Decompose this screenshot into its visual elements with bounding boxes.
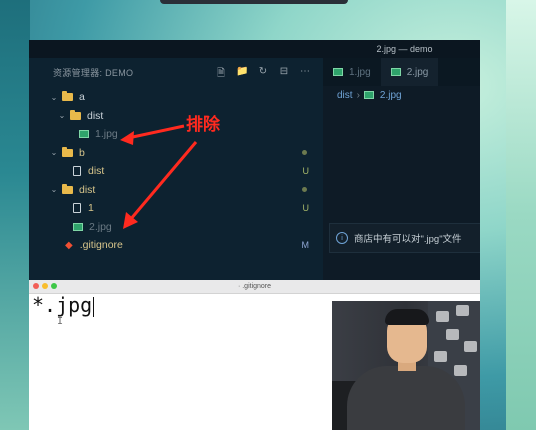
hex-tile <box>436 311 449 322</box>
person-hair <box>385 309 429 325</box>
editor-window-title: · .gitignore <box>237 283 272 290</box>
hex-tile <box>434 351 447 362</box>
hex-tile <box>456 305 469 316</box>
zoom-button[interactable] <box>51 283 57 289</box>
hex-tile <box>464 341 477 352</box>
window-controls <box>33 283 57 289</box>
minimize-button[interactable] <box>42 283 48 289</box>
text-content-area[interactable]: *.jpg <box>32 293 95 317</box>
webcam-overlay <box>332 301 480 430</box>
text-caret <box>93 296 95 317</box>
ibeam-cursor-icon: I <box>57 316 64 327</box>
person-body <box>347 366 465 430</box>
hex-tile <box>446 329 459 340</box>
editor-titlebar: · .gitignore <box>29 280 480 294</box>
hex-tile <box>454 365 467 376</box>
arrow-to-2jpg <box>123 141 198 229</box>
close-button[interactable] <box>33 283 39 289</box>
arrow-to-1jpg <box>120 124 185 145</box>
editor-line-1: *.jpg <box>32 293 93 317</box>
